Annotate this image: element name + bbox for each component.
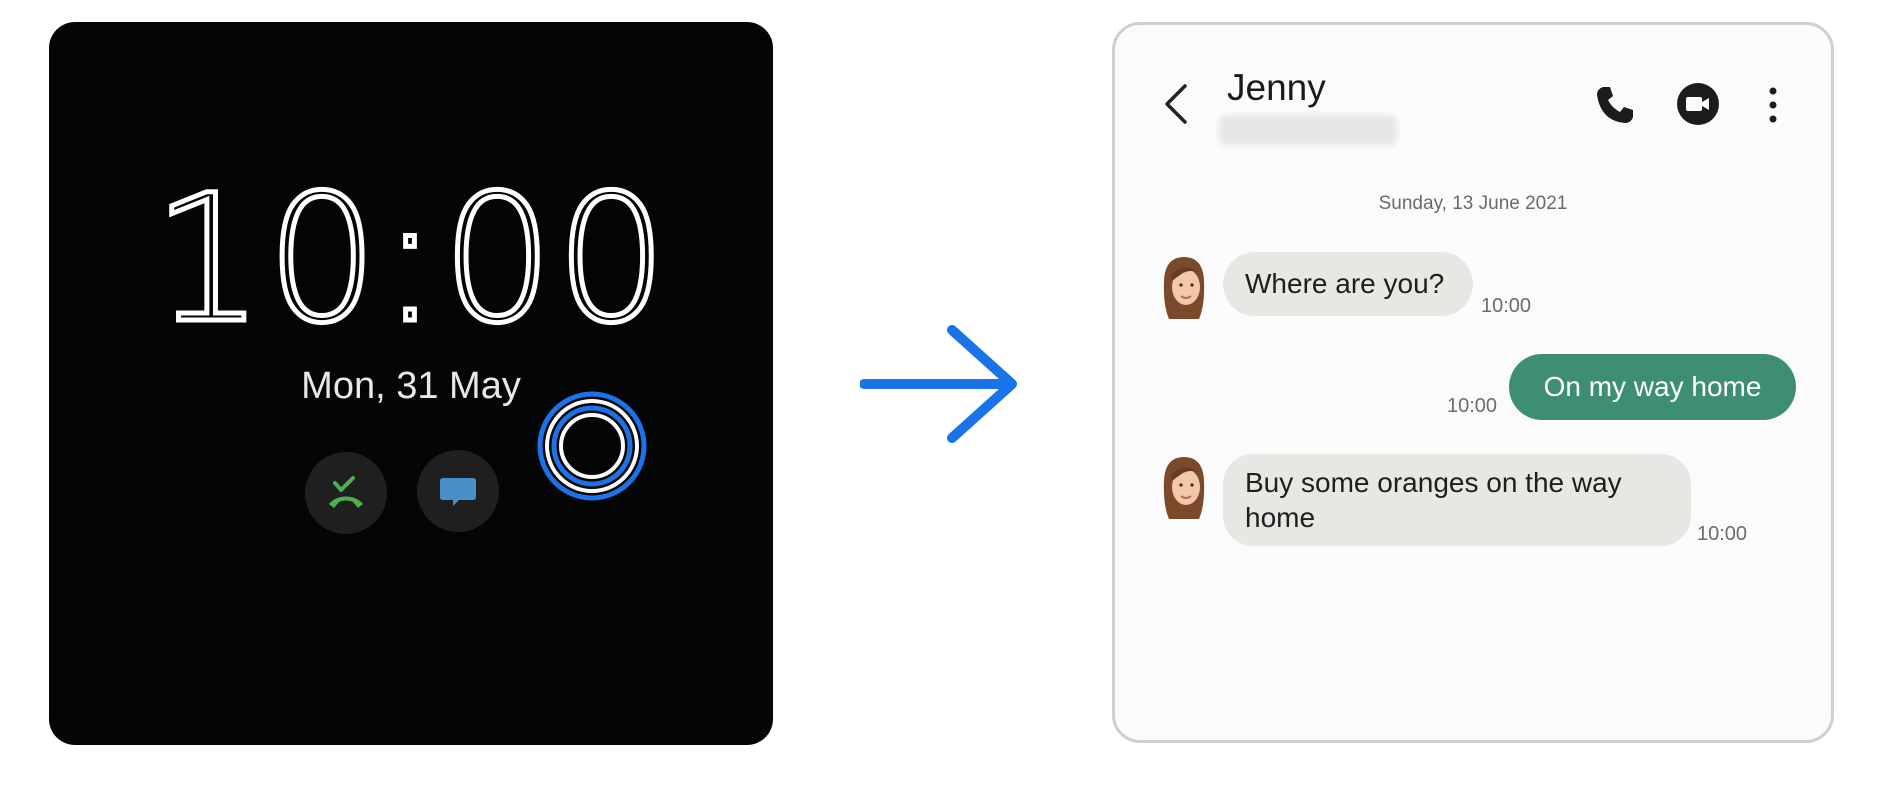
clock-minutes: 00 — [439, 157, 670, 362]
clock-display: 10:00 — [49, 169, 773, 350]
message-bubble-incoming[interactable]: Buy some oranges on the way home — [1223, 454, 1691, 546]
contact-number-blurred — [1219, 115, 1397, 145]
message-icon — [440, 478, 476, 506]
more-options-icon[interactable] — [1766, 85, 1780, 129]
back-icon[interactable] — [1161, 80, 1191, 128]
date-separator: Sunday, 13 June 2021 — [1378, 193, 1568, 214]
video-call-icon[interactable] — [1675, 81, 1721, 127]
touch-indicator-icon — [537, 391, 647, 501]
date-label: Mon, 31 May — [301, 365, 521, 407]
message-timestamp: 10:00 — [1447, 395, 1498, 417]
arrow-right-icon — [860, 325, 1017, 443]
missed-call-button[interactable] — [305, 452, 387, 534]
message-bubble-incoming[interactable]: Where are you? — [1223, 252, 1473, 316]
cover-screen: 10:00 Mon, 31 May — [49, 22, 773, 745]
clock-hours: 10 — [150, 157, 381, 362]
phone-icon[interactable] — [1593, 83, 1637, 127]
message-timestamp: 10:00 — [1481, 295, 1532, 317]
message-bubble-outgoing[interactable]: On my way home — [1509, 354, 1796, 420]
clock-separator: : — [378, 157, 442, 362]
conversation-screen: Jenny Sunday, 13 June 2021 Where are you… — [1112, 22, 1834, 743]
message-timestamp: 10:00 — [1697, 523, 1748, 545]
message-button[interactable] — [417, 450, 499, 532]
avatar[interactable] — [1159, 255, 1209, 321]
missed-call-icon — [329, 476, 363, 508]
contact-name[interactable]: Jenny — [1227, 67, 1326, 109]
avatar[interactable] — [1159, 455, 1209, 521]
